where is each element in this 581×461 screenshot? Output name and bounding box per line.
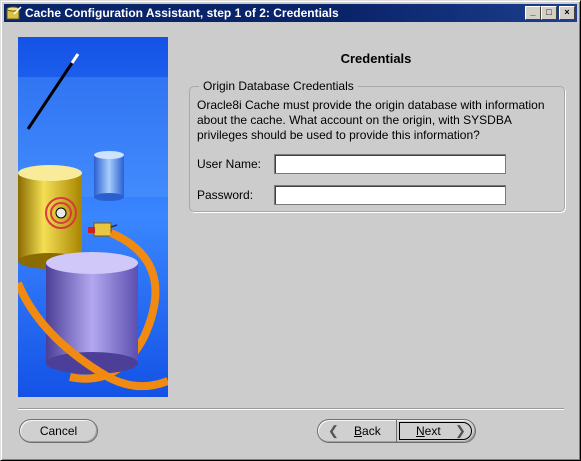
page-title: Credentials — [340, 51, 412, 66]
next-button[interactable]: Next ❯ — [396, 420, 475, 442]
next-button-label: Next — [416, 424, 441, 438]
window-title: Cache Configuration Assistant, step 1 of… — [25, 6, 339, 20]
cancel-button[interactable]: Cancel — [19, 419, 98, 443]
title-bar[interactable]: Cache Configuration Assistant, step 1 of… — [4, 4, 577, 22]
close-icon: × — [564, 7, 570, 17]
cancel-button-label: Cancel — [39, 424, 78, 438]
back-button[interactable]: ❮ Back — [318, 420, 396, 442]
button-separator — [18, 408, 564, 410]
minimize-icon: _ — [530, 7, 536, 17]
back-button-label: Back — [354, 424, 381, 438]
navigation-buttons: ❮ Back Next ❯ — [317, 419, 476, 443]
wizard-illustration — [18, 37, 168, 397]
description-line: Oracle8i Cache must provide the origin d… — [197, 98, 545, 112]
app-icon — [6, 6, 22, 20]
password-label: Password: — [197, 188, 254, 202]
dialog-window: Cache Configuration Assistant, step 1 of… — [0, 0, 581, 461]
chevron-right-icon: ❯ — [455, 423, 466, 438]
password-field[interactable] — [274, 185, 506, 205]
close-button[interactable]: × — [559, 6, 575, 20]
description-line: about the cache. What account on the ori… — [197, 113, 512, 127]
user-name-label: User Name: — [197, 157, 262, 171]
credentials-description: Oracle8i Cache must provide the origin d… — [197, 98, 559, 143]
chevron-left-icon: ❮ — [328, 423, 339, 438]
maximize-icon: □ — [546, 7, 552, 17]
user-name-field[interactable] — [274, 154, 506, 174]
description-line: privileges should be used to provide thi… — [197, 128, 480, 142]
minimize-button[interactable]: _ — [525, 6, 541, 20]
maximize-button[interactable]: □ — [541, 6, 557, 20]
group-title: Origin Database Credentials — [199, 79, 358, 93]
